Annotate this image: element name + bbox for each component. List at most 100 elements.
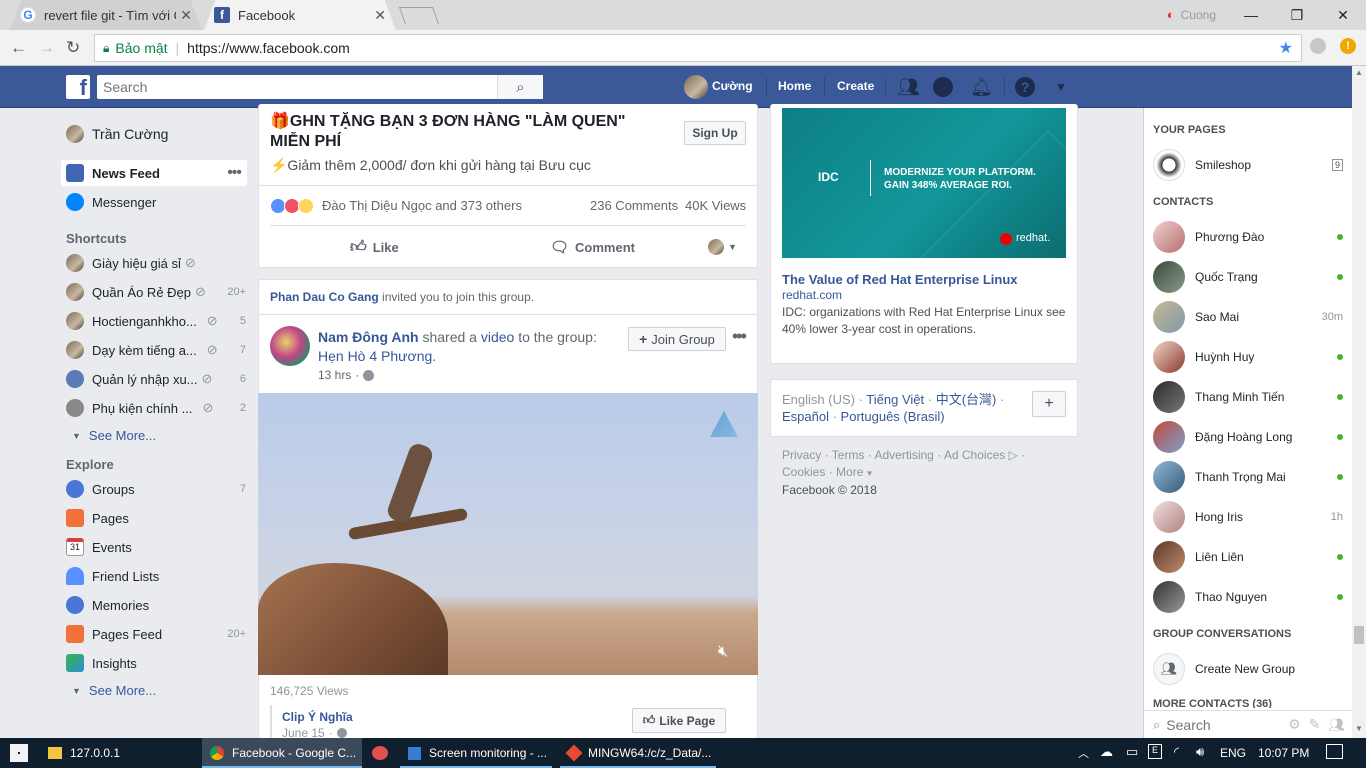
contact-item[interactable]: Thang Minh Tiến [1153, 377, 1343, 417]
sidebar-profile[interactable]: Trần Cường [66, 121, 246, 147]
like-button[interactable]: 👍︎ Like [350, 238, 399, 257]
author-avatar[interactable] [270, 326, 310, 366]
sidebar-item-messenger[interactable]: Messenger [66, 189, 246, 215]
ad-domain[interactable]: redhat.com [782, 288, 842, 302]
contact-item[interactable]: Liên Liên [1153, 537, 1343, 577]
friend-requests-icon[interactable]: 👥︎ [897, 77, 920, 98]
post-time[interactable]: 13 hrs [318, 368, 351, 382]
taskbar-item-explorer[interactable]: 127.0.0.1 [40, 738, 200, 768]
sidebar-item-insights[interactable]: Insights [66, 650, 246, 676]
see-more-shortcuts-link[interactable]: ▼ See More... [72, 428, 156, 443]
join-group-button[interactable]: + Join Group [628, 327, 726, 351]
home-link[interactable]: Home [778, 79, 811, 93]
menu-alert-icon[interactable]: ! [1340, 38, 1356, 54]
shortcut-item[interactable]: Giày hiệu giá sỉ ⊘ [66, 250, 246, 276]
url-text[interactable]: https://www.facebook.com [187, 40, 350, 56]
input-method-icon[interactable]: E [1148, 744, 1162, 759]
shortcut-item[interactable]: Quần Áo Rẻ Đẹp ⊘ 20+ [66, 279, 246, 305]
scroll-up-arrow-icon[interactable]: ▲ [1355, 68, 1363, 77]
sidebar-item-events[interactable]: 31 Events [66, 534, 246, 560]
footer-link[interactable]: Ad Choices [944, 448, 1005, 462]
omnibox[interactable]: 🔒︎ Bảo mật | https://www.facebook.com ★ [94, 34, 1302, 62]
minimize-icon[interactable]: — [1228, 7, 1274, 23]
sidebar-item-groups[interactable]: Groups 7 [66, 476, 246, 502]
page-item[interactable]: Smileshop 9 [1153, 145, 1343, 185]
chevron-up-icon[interactable]: ︿ [1078, 745, 1089, 761]
sidebar-item-news-feed[interactable]: News Feed ••• [61, 160, 247, 186]
language-link[interactable]: Español [782, 409, 829, 424]
create-link[interactable]: Create [837, 79, 874, 93]
ad-banner-image[interactable]: IDC MODERNIZE YOUR PLATFORM. GAIN 348% A… [782, 108, 1066, 258]
close-window-icon[interactable]: ✕ [1320, 7, 1366, 24]
shortcut-item[interactable]: Dạy kèm tiếng a... ⊘ 7 [66, 337, 246, 363]
reaction-icons[interactable] [270, 198, 314, 214]
footer-link[interactable]: Terms [832, 448, 865, 462]
gear-icon[interactable]: ⚙ [1288, 716, 1301, 733]
account-menu-caret-icon[interactable]: ▼ [1055, 80, 1067, 94]
compose-icon[interactable]: ✎ [1309, 716, 1321, 733]
volume-icon[interactable]: 🔊︎ [1196, 744, 1204, 760]
maximize-icon[interactable]: ❐ [1274, 7, 1320, 24]
messenger-icon[interactable] [933, 77, 953, 97]
contact-item[interactable]: Quốc Trạng [1153, 257, 1343, 297]
app-icon[interactable] [372, 746, 388, 760]
comment-button[interactable]: 🗨︎ Comment [550, 238, 635, 256]
scroll-down-arrow-icon[interactable]: ▼ [1355, 724, 1363, 733]
inviter-link[interactable]: Phan Dau Co Gang [270, 290, 379, 304]
clock[interactable]: 10:07 PM [1258, 746, 1309, 760]
video-link[interactable]: video [481, 329, 514, 345]
footer-link[interactable]: Cookies [782, 465, 825, 479]
extension-icon[interactable] [1310, 38, 1326, 54]
like-page-button[interactable]: 👍︎ Like Page [632, 708, 726, 733]
contact-item[interactable]: Thanh Trọng Mai [1153, 457, 1343, 497]
sidebar-item-pages-feed[interactable]: Pages Feed 20+ [66, 621, 246, 647]
contact-item[interactable]: Sao Mai 30m [1153, 297, 1343, 337]
footer-link[interactable]: More [836, 465, 863, 479]
contact-item[interactable]: Đặng Hoàng Long [1153, 417, 1343, 457]
more-options-icon[interactable]: ••• [732, 326, 747, 347]
battery-icon[interactable]: ▭ [1126, 744, 1138, 760]
group-link[interactable]: Hẹn Hò 4 Phương. [318, 348, 436, 364]
sidebar-item-friend-lists[interactable]: Friend Lists [66, 563, 246, 589]
close-tab-icon[interactable]: ✕ [374, 7, 386, 24]
contact-item[interactable]: Phương Đào [1153, 217, 1343, 257]
action-center-icon[interactable] [1326, 744, 1343, 759]
help-icon[interactable]: ? [1015, 77, 1035, 97]
new-group-icon[interactable]: 👥︎ [1328, 717, 1345, 733]
shortcut-item[interactable]: Phụ kiện chính ... ⊘ 2 [66, 395, 246, 421]
taskbar-item-git-bash[interactable]: MINGW64:/c/z_Data/... [560, 738, 716, 768]
scrollbar-thumb[interactable] [1354, 626, 1364, 644]
shortcut-item[interactable]: Quản lý nhập xu... ⊘ 6 [66, 366, 246, 392]
language-link[interactable]: Tiếng Việt [866, 392, 924, 407]
reload-icon[interactable]: ↻ [66, 38, 80, 58]
sidebar-item-memories[interactable]: Memories [66, 592, 246, 618]
sign-up-button[interactable]: Sign Up [684, 121, 746, 145]
more-options-icon[interactable]: ••• [227, 164, 242, 182]
contact-item[interactable]: Huỳnh Huy [1153, 337, 1343, 377]
taskbar-item-chrome[interactable]: Facebook - Google C... [202, 738, 362, 768]
facebook-logo-icon[interactable]: f [66, 75, 90, 100]
search-input[interactable] [97, 76, 497, 98]
video-player[interactable]: 🔇︎ [258, 393, 758, 675]
contact-item[interactable]: Hong Iris 1h [1153, 497, 1343, 537]
language-link[interactable]: 中文(台灣) [936, 392, 997, 407]
language-indicator[interactable]: ENG [1220, 746, 1246, 760]
shortcut-item[interactable]: Hoctienganhkho... ⊘ 5 [66, 308, 246, 334]
profile-link[interactable]: Cường [712, 79, 753, 93]
footer-link[interactable]: Advertising [874, 448, 933, 462]
author-link[interactable]: Nam Đông Anh [318, 329, 419, 345]
footer-link[interactable]: Privacy [782, 448, 821, 462]
language-link[interactable]: Português (Brasil) [841, 409, 945, 424]
sidebar-item-pages[interactable]: Pages [66, 505, 246, 531]
page-link[interactable]: Clip Ý Nghĩa [282, 710, 353, 724]
browser-profile[interactable]: ◐ Cuong [1167, 7, 1216, 22]
create-group-item[interactable]: 👥︎ Create New Group [1153, 649, 1343, 689]
notifications-bell-icon[interactable]: 🔔︎ [970, 77, 993, 98]
reactions-summary[interactable]: Đào Thị Diệu Ngọc and 373 others [322, 198, 522, 213]
taskbar-item-screen-monitoring[interactable]: Screen monitoring - ... [400, 738, 552, 768]
tab-facebook[interactable]: f Facebook ✕ [204, 0, 396, 30]
search-icon[interactable]: ⌕ [497, 75, 543, 99]
wifi-icon[interactable]: ◜ [1174, 744, 1179, 760]
bookmark-star-icon[interactable]: ★ [1279, 38, 1293, 58]
ad-title-link[interactable]: The Value of Red Hat Enterprise Linux [782, 272, 1018, 287]
